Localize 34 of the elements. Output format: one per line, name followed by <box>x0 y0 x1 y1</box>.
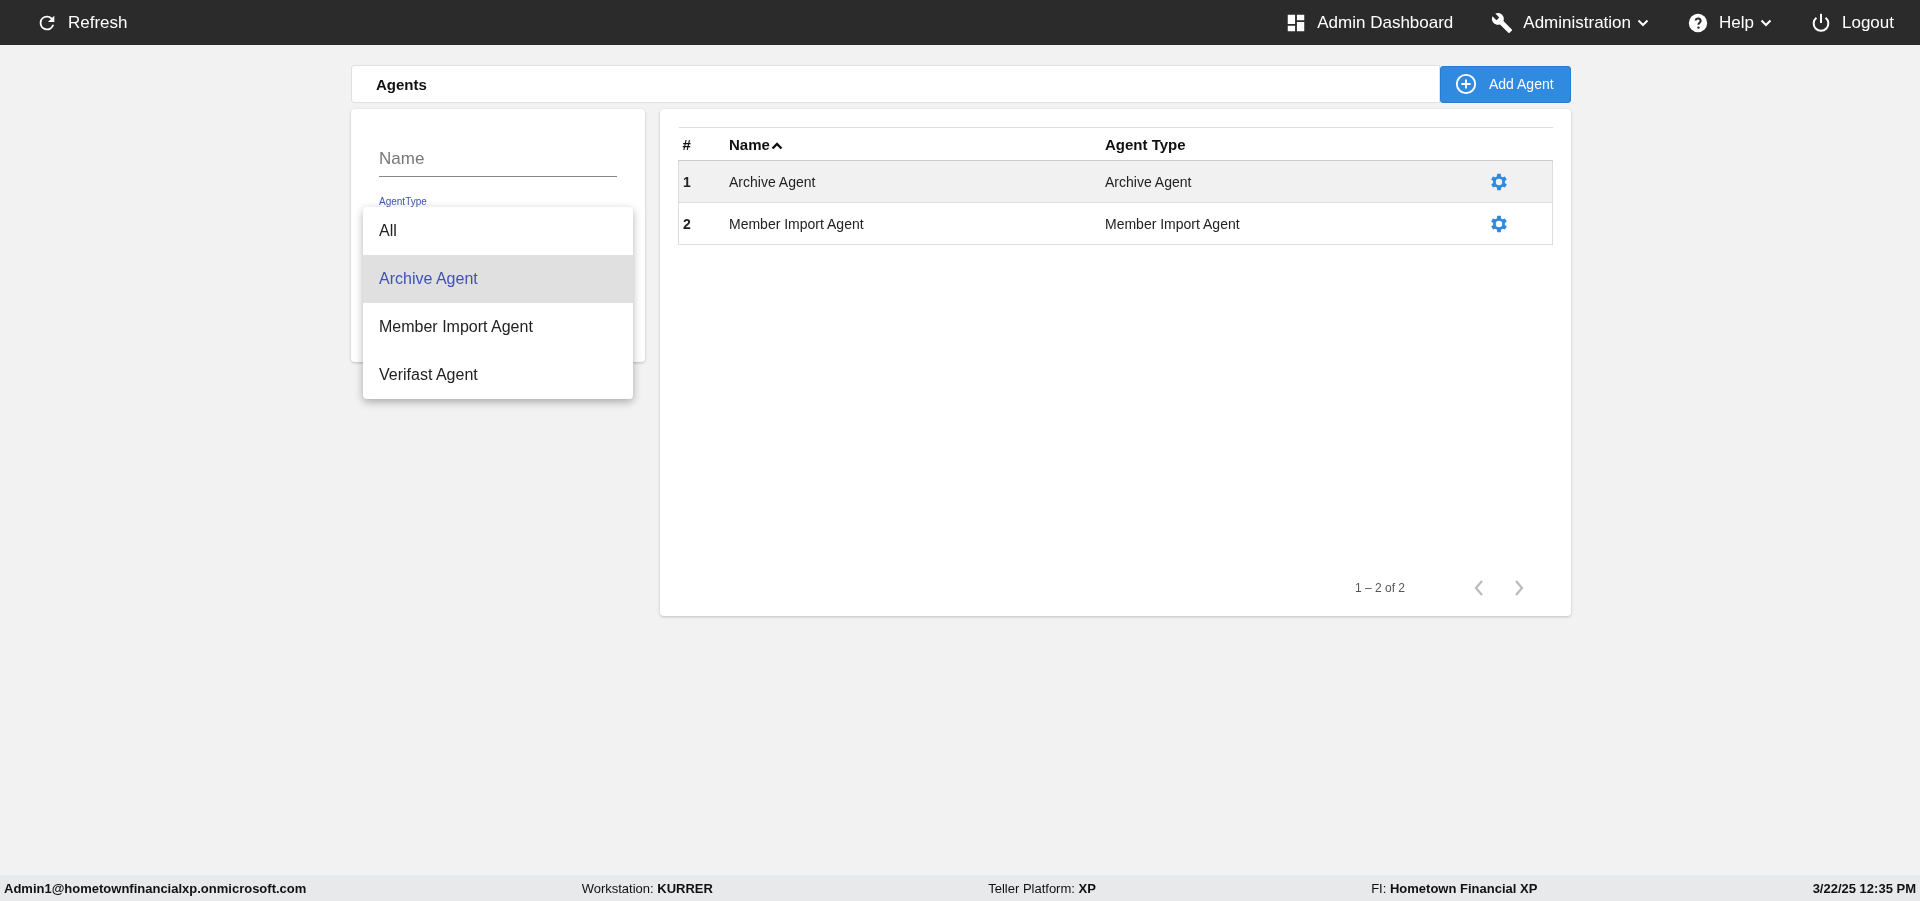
add-agent-button[interactable]: Add Agent <box>1440 65 1571 103</box>
field-label: AgentType <box>379 196 427 207</box>
caret-icon <box>1760 18 1772 27</box>
nav-menu-button[interactable]: Administration <box>1485 7 1656 38</box>
menu-option[interactable]: Verifast Agent <box>363 351 633 399</box>
nav-menu-button[interactable]: Help <box>1681 7 1778 38</box>
status-text: 3/22/25 12:35 PM <box>1812 880 1916 896</box>
status-text: FI: Hometown Financial XP <box>1371 880 1538 896</box>
wrench-icon <box>1491 11 1514 34</box>
page-range: 1 – 2 of 2 <box>1354 581 1405 595</box>
nav-menu-button[interactable]: Logout <box>1804 7 1900 38</box>
column-header[interactable]: Agent Type <box>1101 127 1484 161</box>
refresh-button[interactable]: Refresh <box>30 7 134 38</box>
column-header[interactable]: # <box>678 127 725 161</box>
power-icon <box>1810 11 1832 34</box>
nav-menu-button[interactable]: Admin Dashboard <box>1279 7 1460 38</box>
table-cell: Member Import Agent <box>1101 202 1484 245</box>
menu-option[interactable]: All <box>363 207 633 255</box>
table-cell: 2 <box>678 202 725 245</box>
column-header[interactable]: Name <box>725 127 1101 161</box>
status-text: Admin1@hometownfinancialxp.onmicrosoft.com <box>4 880 307 896</box>
help-icon <box>1687 11 1710 34</box>
menu-option[interactable]: Archive Agent <box>363 255 633 303</box>
status-text: Teller Platform: XP <box>988 880 1096 896</box>
status-text: Workstation: KURRER <box>581 880 713 896</box>
page-title: Agents <box>376 75 427 93</box>
table-cell: Archive Agent <box>725 160 1101 203</box>
sort-up-icon <box>770 141 783 150</box>
table-cell: 1 <box>678 160 725 203</box>
menu-option[interactable]: Member Import Agent <box>363 303 633 351</box>
table-cell: Archive Agent <box>1101 160 1484 203</box>
add-icon <box>1455 73 1477 95</box>
caret-icon <box>1637 18 1650 27</box>
table-cell: Member Import Agent <box>725 202 1101 245</box>
